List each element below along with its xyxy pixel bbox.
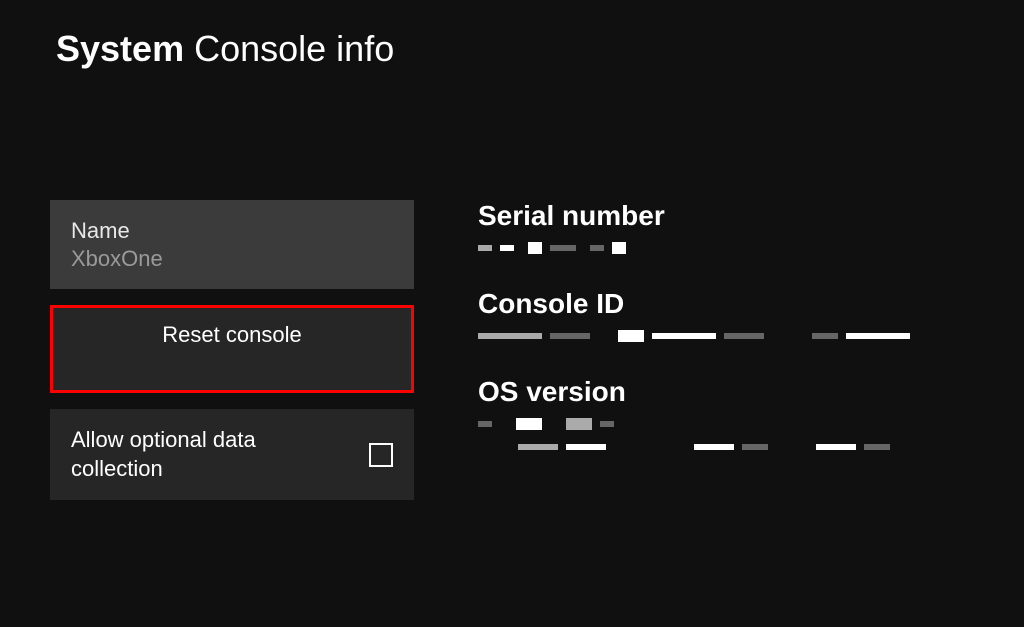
- os-version-value-2: [478, 444, 910, 450]
- page-title-main: Console info: [194, 28, 394, 69]
- console-name-button[interactable]: Name XboxOne: [50, 200, 414, 289]
- name-value: XboxOne: [71, 245, 393, 273]
- console-id-block: Console ID: [478, 288, 910, 348]
- page-header: System Console info: [0, 0, 1024, 70]
- actions-column: Name XboxOne Reset console Allow optiona…: [50, 200, 414, 500]
- console-id-label: Console ID: [478, 288, 910, 320]
- console-id-value: [478, 330, 910, 342]
- page-title-prefix: System: [56, 28, 184, 69]
- os-version-block: OS version: [478, 376, 910, 456]
- serial-number-label: Serial number: [478, 200, 910, 232]
- data-collection-toggle[interactable]: Allow optional data collection: [50, 409, 414, 500]
- page-title: System Console info: [56, 28, 1024, 70]
- data-collection-label: Allow optional data collection: [71, 426, 301, 483]
- serial-number-block: Serial number: [478, 200, 910, 260]
- reset-console-label: Reset console: [162, 322, 301, 348]
- reset-console-button[interactable]: Reset console: [50, 305, 414, 393]
- info-column: Serial number Console ID OS version: [478, 200, 910, 500]
- name-label: Name: [71, 217, 393, 245]
- content-area: Name XboxOne Reset console Allow optiona…: [0, 70, 1024, 500]
- os-version-value-1: [478, 418, 910, 430]
- checkbox-icon: [369, 443, 393, 467]
- os-version-label: OS version: [478, 376, 910, 408]
- serial-number-value: [478, 242, 910, 254]
